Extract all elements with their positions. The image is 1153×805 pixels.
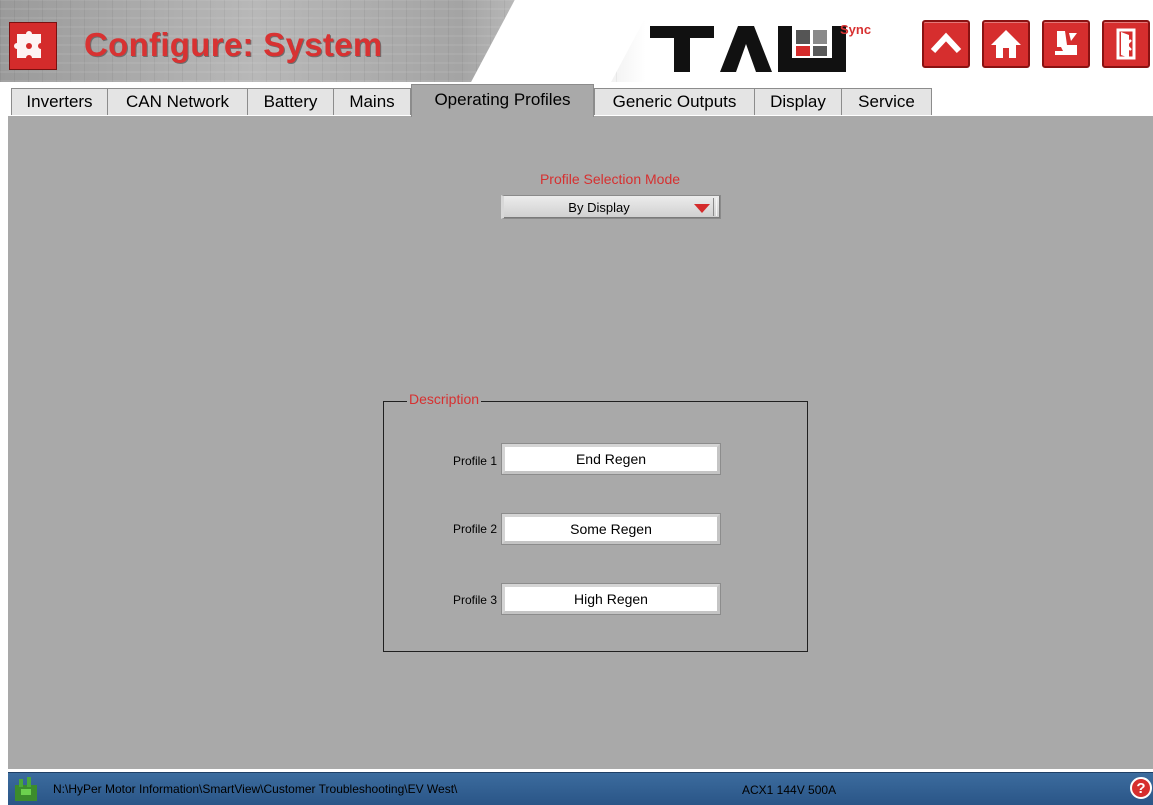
- driver-seat-button[interactable]: [1042, 20, 1090, 68]
- header-banner: Configure: System Sync: [0, 0, 1153, 82]
- profile-2-label: Profile 2: [452, 522, 497, 536]
- exit-icon: [1116, 28, 1136, 60]
- puzzle-logo-icon: [9, 22, 57, 70]
- tab-battery[interactable]: Battery: [247, 88, 334, 115]
- tab-service[interactable]: Service: [841, 88, 932, 115]
- profile-selection-mode-label: Profile Selection Mode: [539, 171, 681, 187]
- page-title: Configure: System: [84, 26, 383, 63]
- description-legend: Description: [407, 391, 482, 407]
- status-bar: N:\HyPer Motor Information\SmartView\Cus…: [8, 772, 1153, 805]
- help-button[interactable]: ?: [1130, 777, 1152, 799]
- tab-bar: Inverters CAN Network Battery Mains Oper…: [8, 82, 1153, 117]
- connection-status-icon: [15, 777, 37, 801]
- home-icon: [991, 30, 1021, 58]
- tab-operating-profiles[interactable]: Operating Profiles: [411, 84, 594, 117]
- profile-3-input[interactable]: [501, 583, 721, 615]
- exit-button[interactable]: [1102, 20, 1150, 68]
- tab-can-network[interactable]: CAN Network: [107, 88, 248, 115]
- status-device-info: ACX1 144V 500A: [742, 783, 837, 797]
- profile-1-label: Profile 1: [452, 454, 497, 468]
- profile-3-label: Profile 3: [452, 593, 497, 607]
- home-button[interactable]: [982, 20, 1030, 68]
- brand-sync-label: Sync: [840, 22, 872, 37]
- chair-icon: [1055, 31, 1077, 55]
- tab-inverters[interactable]: Inverters: [11, 88, 108, 115]
- profile-2-input[interactable]: [501, 513, 721, 545]
- dropdown-selected-value: By Display: [568, 200, 630, 215]
- dropdown-separator: [713, 198, 717, 216]
- tab-generic-outputs[interactable]: Generic Outputs: [594, 88, 755, 115]
- help-icon: ?: [1136, 779, 1146, 797]
- tab-mains[interactable]: Mains: [333, 88, 411, 115]
- dropdown-arrow-icon: [694, 204, 710, 213]
- up-button[interactable]: [922, 20, 970, 68]
- status-file-path: N:\HyPer Motor Information\SmartView\Cus…: [53, 782, 458, 796]
- profile-selection-mode-dropdown[interactable]: By Display: [501, 195, 721, 219]
- profile-1-input[interactable]: [501, 443, 721, 475]
- tab-display[interactable]: Display: [754, 88, 842, 115]
- up-icon: [930, 32, 962, 54]
